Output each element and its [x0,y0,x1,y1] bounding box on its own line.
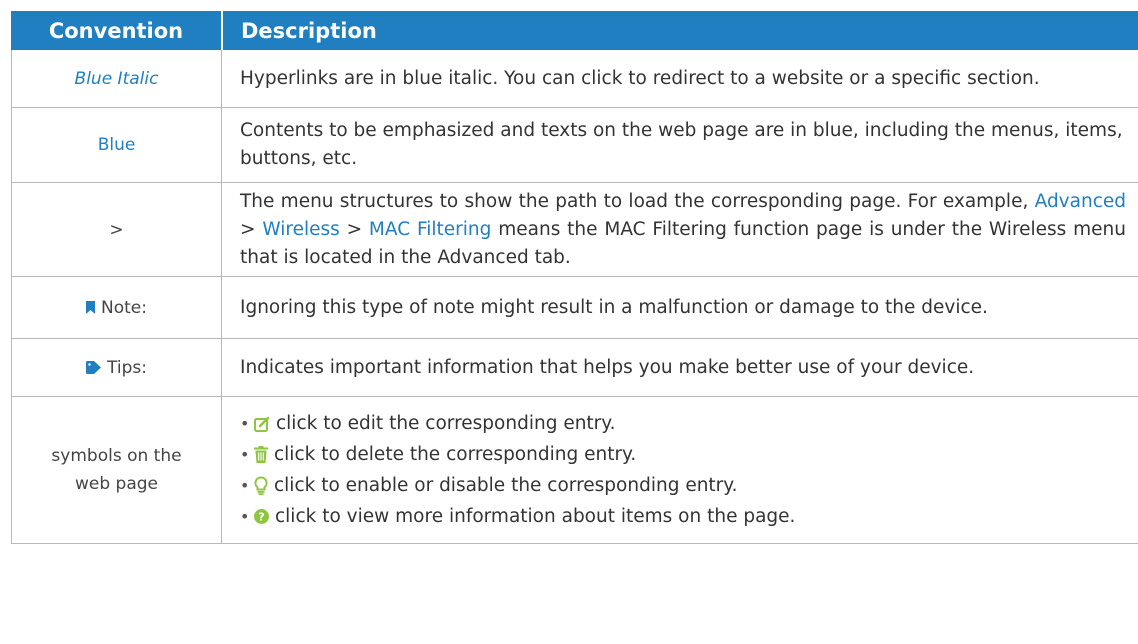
convention-label: Blue [97,135,136,155]
lightbulb-icon [254,476,268,495]
convention-label: Blue Italic [74,68,159,89]
symbol-description: click to enable or disable the correspon… [274,474,738,496]
list-item: • click to edit the corresponding entry. [240,408,795,439]
convention-cell-note: Note: [11,277,221,339]
conventions-table: Convention Description Blue Italic Hyper… [11,11,1138,644]
list-item: • click to delete the corresponding entr… [240,439,795,470]
description-cell: Hyperlinks are in blue italic. You can c… [221,50,1138,108]
help-icon: ? [254,509,269,524]
description-text: Ignoring this type of note might result … [240,296,988,318]
path-separator: > [240,218,263,240]
menu-path-wireless: Wireless [262,218,340,240]
menu-path-advanced: Advanced [1034,190,1126,212]
bullet: • [240,413,250,433]
edit-icon [254,416,270,432]
convention-cell-symbols: symbols on the web page [11,397,221,544]
symbol-description: click to view more information about ite… [275,505,796,527]
convention-label: > [109,219,124,240]
symbols-list: • click to edit the corresponding entry.… [240,408,795,532]
list-item: • click to enable or disable the corresp… [240,470,795,501]
svg-text:?: ? [258,511,264,524]
header-description: Description [221,11,1138,50]
description-text: Indicates important information that hel… [240,356,975,378]
trash-icon [254,446,268,463]
menu-path-mac-filtering: MAC Filtering [368,218,492,240]
bookmark-icon [86,301,95,314]
description-text: Contents to be emphasized and texts on t… [240,120,1123,169]
description-text: The menu structures to show the path to … [240,190,1035,212]
convention-cell-arrow: > [11,183,221,277]
convention-label: Tips: [107,357,147,378]
tag-icon [86,361,102,374]
description-cell: Indicates important information that hel… [221,339,1138,397]
convention-cell-tips: Tips: [11,339,221,397]
symbol-description: click to delete the corresponding entry. [274,443,637,465]
bullet: • [240,475,250,495]
description-text: Hyperlinks are in blue italic. You can c… [240,67,1040,89]
symbol-description: click to edit the corresponding entry. [276,412,616,434]
bullet: • [240,444,250,464]
description-cell: Ignoring this type of note might result … [221,277,1138,339]
convention-label: symbols on the web page [51,446,182,494]
description-cell: The menu structures to show the path to … [221,183,1138,277]
description-cell-symbols: • click to edit the corresponding entry.… [221,397,1138,544]
path-separator: > [339,218,369,240]
convention-cell-blue: Blue [11,108,221,183]
header-convention: Convention [11,11,221,50]
bullet: • [240,506,250,526]
list-item: • ? click to view more information about… [240,501,795,532]
convention-cell-blue-italic: Blue Italic [11,50,221,108]
convention-label: Note: [101,297,147,318]
description-cell: Contents to be emphasized and texts on t… [221,108,1138,183]
